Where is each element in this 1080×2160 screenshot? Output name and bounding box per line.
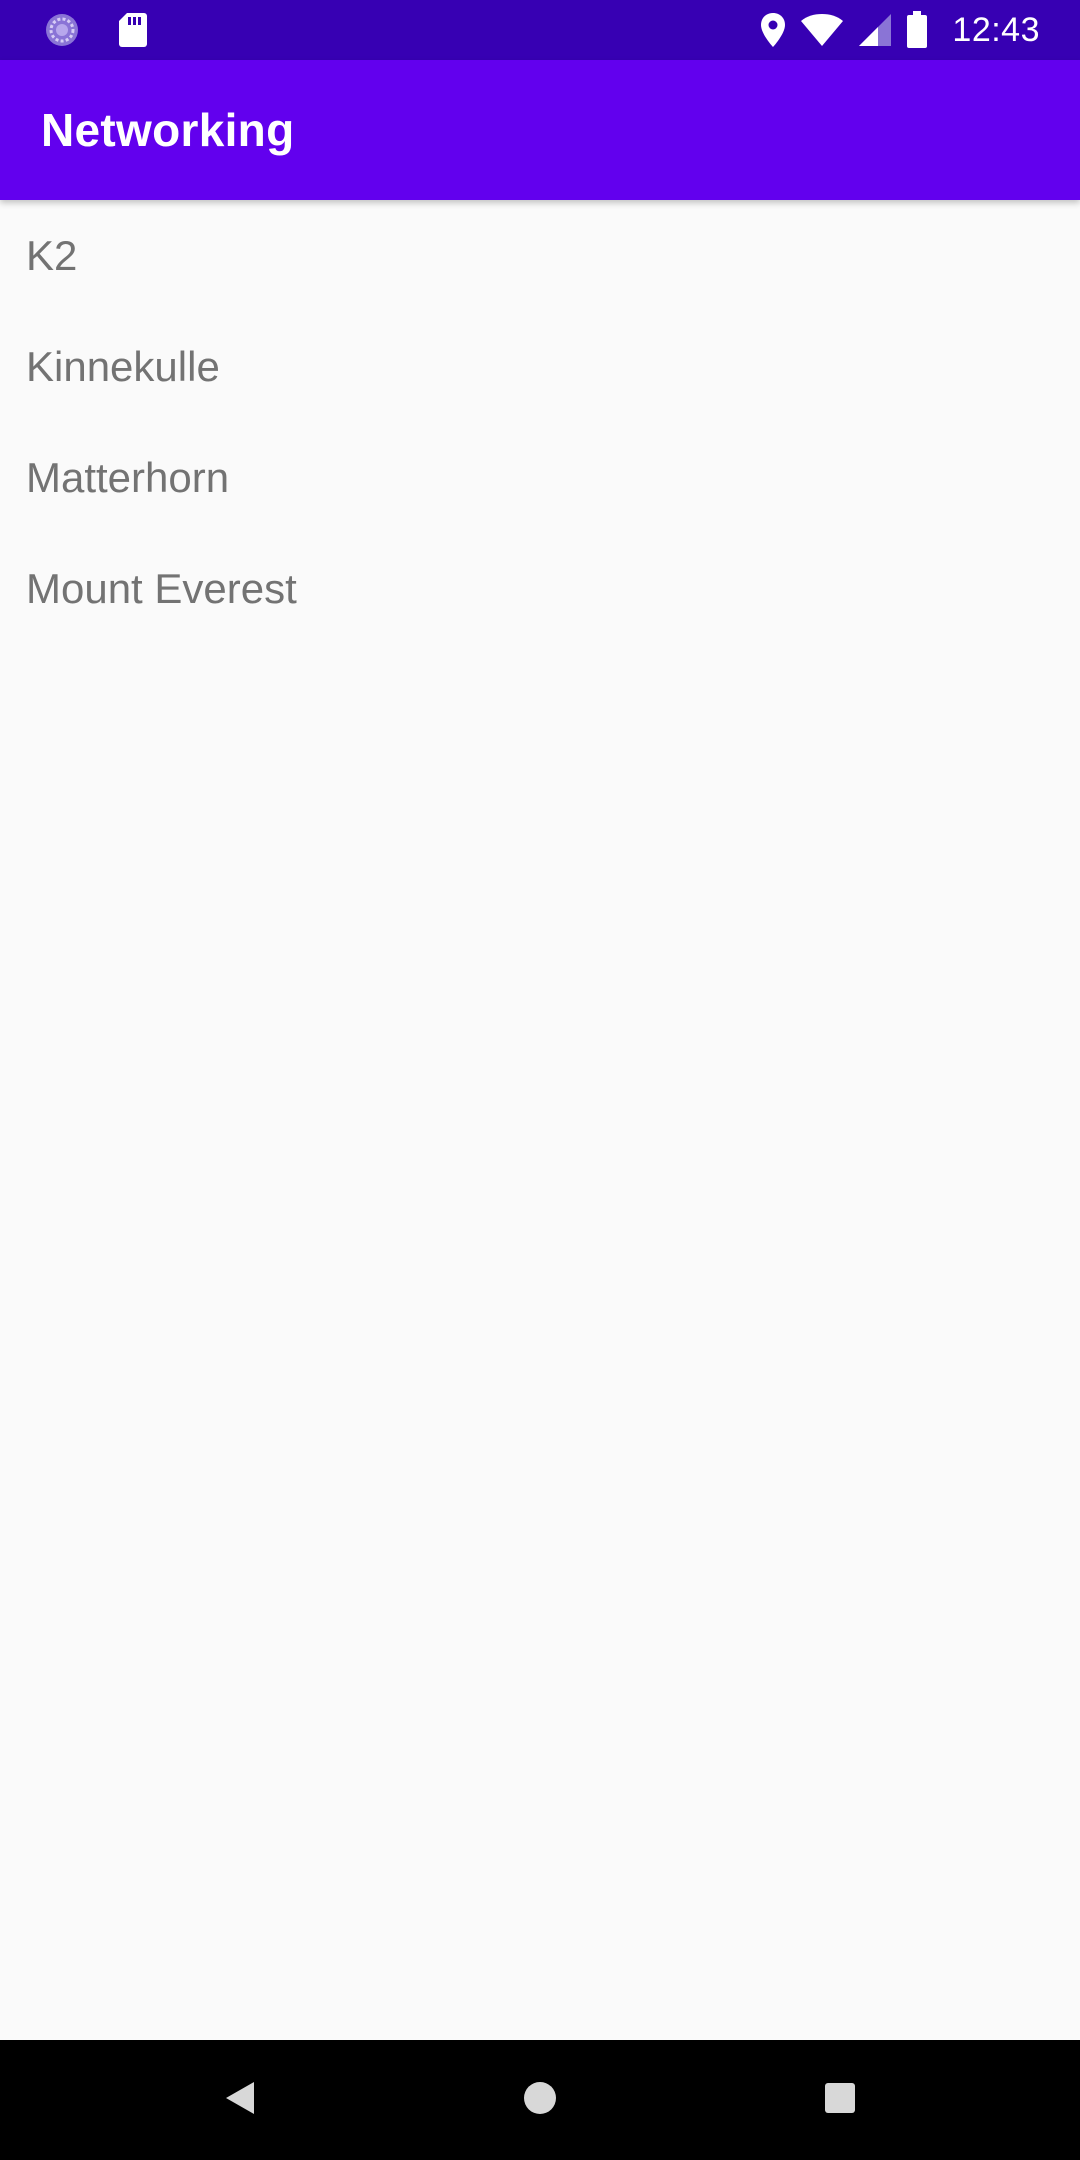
status-bar: 12:43	[0, 0, 1080, 60]
list-item-label: Kinnekulle	[26, 342, 220, 390]
list-item[interactable]: Kinnekulle	[0, 311, 1080, 422]
back-button[interactable]	[180, 2040, 300, 2160]
list-item-label: Mount Everest	[26, 564, 297, 612]
wifi-icon	[800, 13, 844, 47]
home-icon	[523, 2081, 557, 2120]
home-button[interactable]	[480, 2040, 600, 2160]
app-bar: Networking	[0, 60, 1080, 200]
recents-button[interactable]	[780, 2040, 900, 2160]
status-left-icons	[44, 0, 148, 60]
list-item[interactable]: Mount Everest	[0, 533, 1080, 644]
back-icon	[224, 2081, 256, 2120]
list-item-label: K2	[26, 231, 78, 279]
loading-circle-icon	[44, 12, 80, 48]
sd-card-icon	[118, 12, 148, 48]
recents-icon	[824, 2082, 856, 2119]
status-clock: 12:43	[952, 10, 1040, 49]
list-item[interactable]: Matterhorn	[0, 422, 1080, 533]
mountain-list: K2 Kinnekulle Matterhorn Mount Everest	[0, 200, 1080, 644]
battery-icon	[906, 11, 928, 49]
location-pin-icon	[760, 12, 786, 48]
navigation-bar	[0, 2040, 1080, 2160]
app-screen: 12:43 Networking K2 Kinnekulle Matterhor…	[0, 0, 1080, 2160]
list-item[interactable]: K2	[0, 200, 1080, 311]
cell-signal-icon	[858, 13, 892, 47]
app-title: Networking	[41, 104, 295, 156]
status-right-icons: 12:43	[760, 0, 1040, 60]
list-item-label: Matterhorn	[26, 453, 230, 501]
